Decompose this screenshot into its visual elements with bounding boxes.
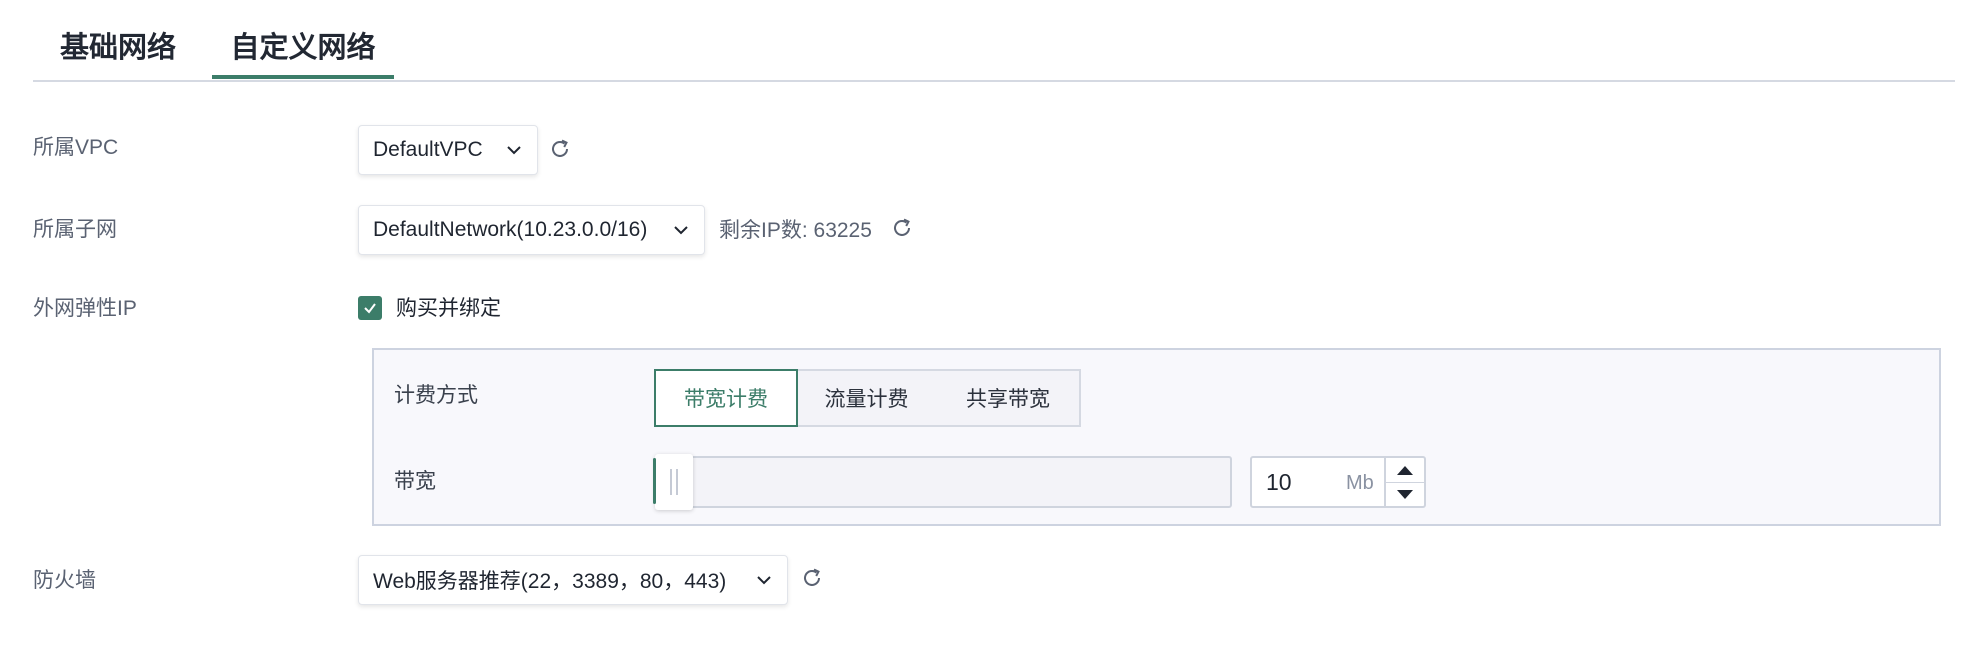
- tab-custom-network[interactable]: 自定义网络: [212, 28, 394, 78]
- billing-option-traffic[interactable]: 流量计费: [796, 369, 939, 427]
- eip-config-panel: 计费方式 带宽计费 流量计费 共享带宽 带宽 10 Mb: [372, 348, 1941, 526]
- billing-option-bandwidth[interactable]: 带宽计费: [654, 369, 798, 427]
- buy-and-bind-label: 购买并绑定: [396, 297, 501, 320]
- network-type-tabs: 基础网络 自定义网络: [33, 0, 1955, 82]
- grip-icon: [670, 469, 678, 495]
- firewall-select[interactable]: Web服务器推荐(22，3389，80，443): [358, 555, 788, 605]
- refresh-icon[interactable]: [800, 566, 824, 590]
- decrement-button[interactable]: [1386, 482, 1424, 506]
- subnet-select-value: DefaultNetwork(10.23.0.0/16): [373, 218, 648, 241]
- increment-button[interactable]: [1386, 458, 1424, 483]
- firewall-label: 防火墙: [33, 569, 96, 592]
- billing-option-shared[interactable]: 共享带宽: [937, 369, 1081, 427]
- triangle-down-icon: [1397, 489, 1413, 499]
- firewall-select-value: Web服务器推荐(22，3389，80，443): [373, 570, 727, 593]
- tab-basic-network[interactable]: 基础网络: [53, 28, 183, 78]
- triangle-up-icon: [1397, 465, 1413, 475]
- bandwidth-slider-handle[interactable]: [653, 454, 693, 510]
- vpc-label: 所属VPC: [33, 136, 119, 159]
- billing-method-label: 计费方式: [394, 384, 478, 407]
- vpc-select[interactable]: DefaultVPC: [358, 125, 538, 175]
- eip-label: 外网弹性IP: [33, 297, 137, 320]
- buy-and-bind-checkbox[interactable]: [358, 296, 382, 320]
- subnet-label: 所属子网: [33, 218, 117, 241]
- bandwidth-slider-track[interactable]: [655, 456, 1232, 508]
- remaining-ip-count: 剩余IP数: 63225: [719, 219, 872, 242]
- bandwidth-label: 带宽: [394, 470, 436, 493]
- bandwidth-value[interactable]: 10: [1266, 468, 1292, 496]
- subnet-select[interactable]: DefaultNetwork(10.23.0.0/16): [358, 205, 705, 255]
- active-tab-indicator: [212, 75, 394, 79]
- bandwidth-unit: Mb: [1346, 472, 1374, 494]
- chevron-down-icon: [757, 576, 771, 585]
- bandwidth-stepper: [1384, 458, 1424, 506]
- chevron-down-icon: [674, 226, 688, 235]
- vpc-select-value: DefaultVPC: [373, 138, 483, 161]
- check-icon: [364, 303, 376, 314]
- chevron-down-icon: [507, 146, 521, 155]
- bandwidth-number-input[interactable]: 10 Mb: [1250, 456, 1426, 508]
- refresh-icon[interactable]: [548, 137, 572, 161]
- refresh-icon[interactable]: [890, 216, 914, 240]
